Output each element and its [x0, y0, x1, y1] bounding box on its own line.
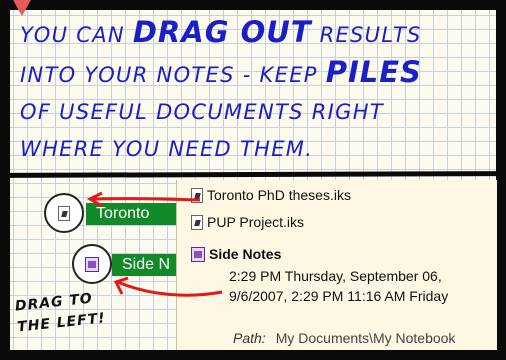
result-label: PUP Project.iks: [207, 214, 304, 230]
path-value: My Documents\My Notebook: [275, 330, 456, 346]
result-label: Side Notes: [209, 246, 282, 262]
result-item[interactable]: Toronto PhD theses.iks: [191, 187, 351, 203]
result-label: Toronto PhD theses.iks: [207, 187, 351, 203]
headline-line-2: into your notes - keep piles: [20, 55, 422, 89]
timestamp: 2:29 PM Thursday, September 06,: [229, 268, 442, 284]
path-row: Path: My Documents\My Notebook: [233, 330, 455, 346]
path-label: Path:: [233, 330, 266, 346]
headline-line-1: You can drag out results: [20, 15, 422, 49]
timestamp: 9/6/2007, 2:29 PM 11:16 AM Friday: [229, 288, 449, 304]
search-file-icon: [191, 214, 203, 230]
notes-file-icon: [191, 246, 205, 262]
drag-handle-circle[interactable]: [44, 193, 84, 233]
headline-line-3: of useful documents right: [20, 100, 384, 124]
dragged-tag-side-notes[interactable]: Side N: [112, 254, 176, 276]
search-results-panel: Toronto PhD theses.iks PUP Project.iks S…: [176, 180, 497, 350]
headline-line-4: where you need them.: [20, 137, 314, 161]
search-file-icon: [58, 205, 70, 221]
dragged-tag-toronto[interactable]: Toronto: [86, 203, 176, 225]
drag-handle-circle[interactable]: [72, 244, 112, 284]
headline: You can drag out results into your notes…: [20, 14, 490, 168]
search-file-icon: [191, 187, 203, 203]
result-item[interactable]: PUP Project.iks: [191, 214, 304, 230]
result-item-selected[interactable]: Side Notes: [191, 246, 281, 262]
notes-file-icon: [85, 256, 99, 272]
